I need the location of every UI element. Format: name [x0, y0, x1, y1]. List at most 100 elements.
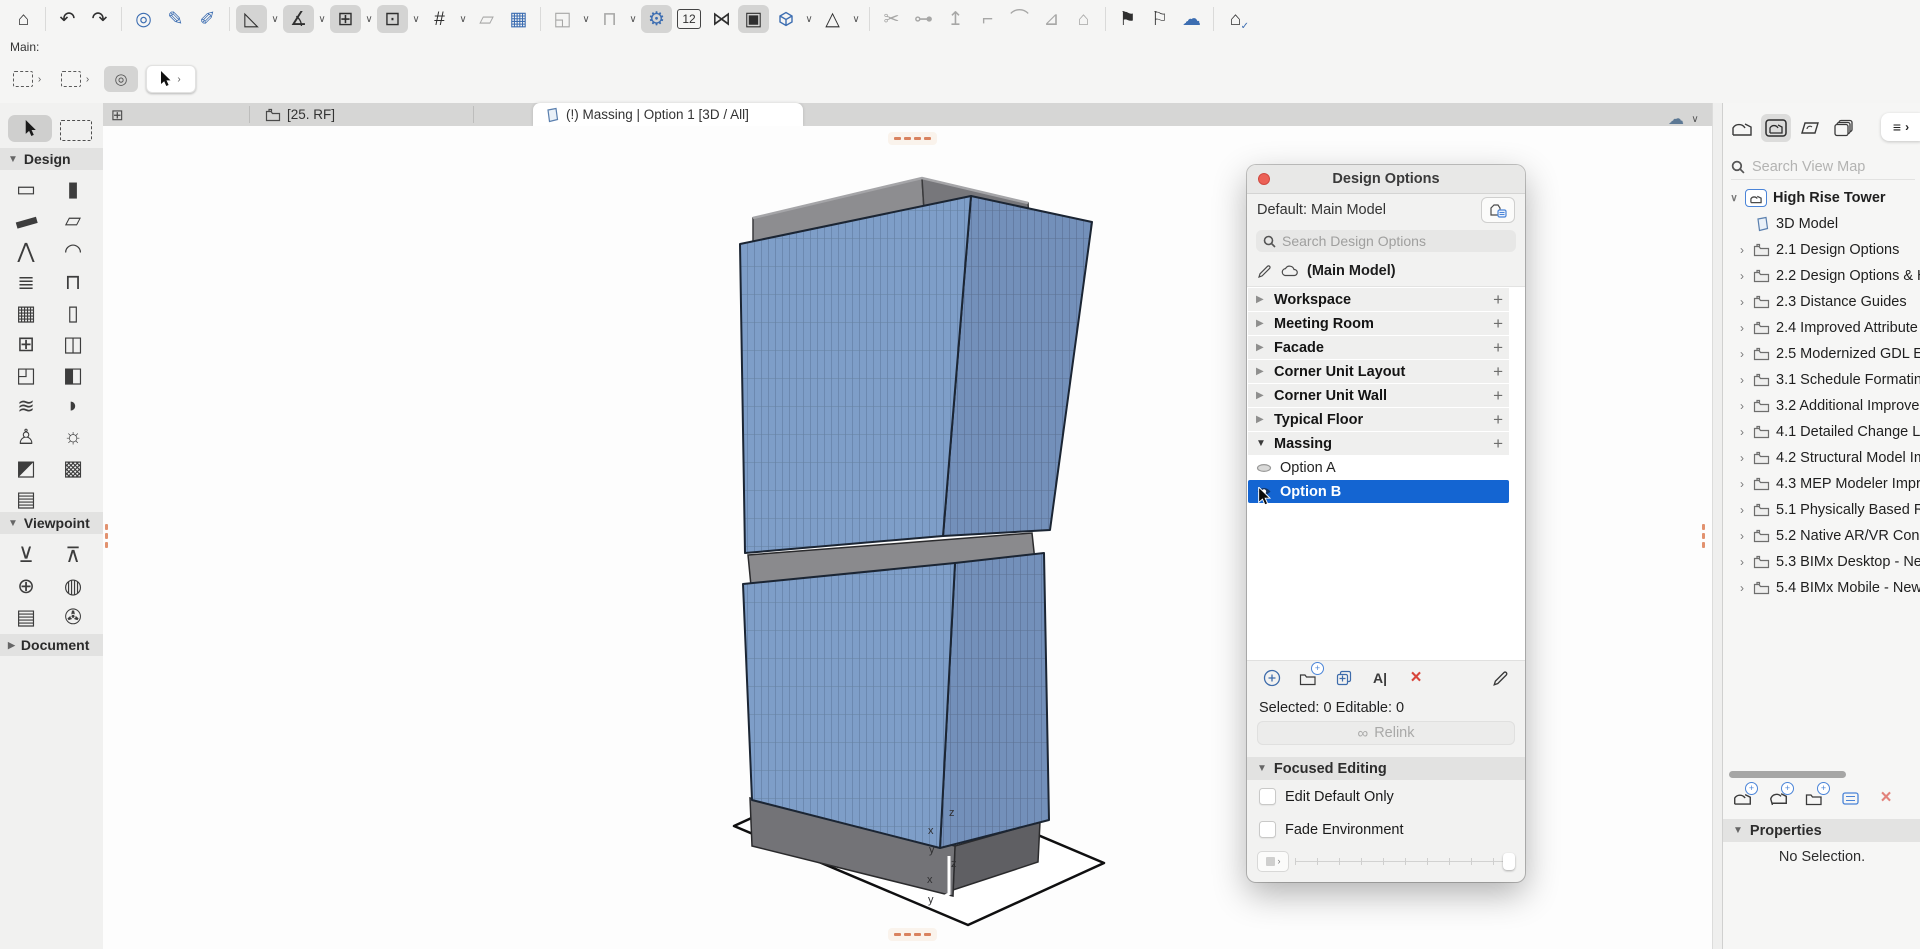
object-tool[interactable]: ◧: [53, 361, 93, 389]
option-row-b[interactable]: Option B: [1248, 480, 1509, 503]
curtain-wall-tool[interactable]: ▦: [6, 299, 46, 327]
project-check-button[interactable]: ⌂ ✓: [1220, 5, 1251, 33]
editing-plane-button[interactable]: ▱: [471, 5, 502, 33]
stretch-button[interactable]: ⋈: [706, 5, 737, 33]
axonometry-button[interactable]: [770, 5, 801, 33]
tree-folder[interactable]: › 4.3 MEP Modeler Improve: [1723, 471, 1920, 497]
flag-list-button[interactable]: ⚐: [1144, 5, 1175, 33]
tree-folder[interactable]: › 5.2 Native AR/VR Connec: [1723, 523, 1920, 549]
tree-folder[interactable]: › 3.1 Schedule Formating I: [1723, 367, 1920, 393]
section-tool[interactable]: ⊻: [6, 541, 46, 569]
roof-tool[interactable]: ⋀: [6, 237, 46, 265]
transform-box-toggle[interactable]: ▣: [738, 5, 769, 33]
intersect-button[interactable]: ⌐: [972, 5, 1003, 33]
tree-folder[interactable]: › 5.3 BIMx Desktop - New: [1723, 549, 1920, 575]
focused-editing-header[interactable]: ▼ Focused Editing: [1247, 757, 1525, 780]
project-map-button[interactable]: [1727, 114, 1757, 142]
chevron-down-icon[interactable]: ∨: [1729, 193, 1739, 204]
close-button[interactable]: [1258, 173, 1270, 185]
grid-snap-toggle[interactable]: #: [424, 5, 455, 33]
tree-item-root[interactable]: ∨ High Rise Tower: [1723, 185, 1920, 211]
chevron-down-icon[interactable]: ∨: [626, 5, 640, 33]
delete-view-button[interactable]: ×: [1875, 787, 1897, 809]
mesh-tool[interactable]: ≋: [6, 392, 46, 420]
chevron-down-icon[interactable]: ∨: [456, 5, 470, 33]
stair-tool[interactable]: ≣: [6, 268, 46, 296]
palette-title-bar[interactable]: Design Options: [1247, 165, 1525, 194]
clone-view-button[interactable]: +: [1767, 787, 1789, 809]
layout-book-button[interactable]: [1795, 114, 1825, 142]
column-tool[interactable]: ▮: [53, 175, 93, 203]
new-option-button[interactable]: [1261, 667, 1283, 689]
fade-preview-button[interactable]: ›: [1257, 851, 1289, 872]
section-marker-right[interactable]: [1702, 524, 1705, 548]
expand-icon[interactable]: ▶: [1256, 318, 1266, 329]
door-tool[interactable]: ▯: [53, 299, 93, 327]
railing-tool[interactable]: ⊓: [53, 268, 93, 296]
find-select-button[interactable]: ◎: [128, 5, 159, 33]
marquee-tool[interactable]: [60, 120, 92, 141]
guide-lines-toggle[interactable]: ◺: [236, 5, 267, 33]
tree-folder[interactable]: › 2.2 Design Options & Ho: [1723, 263, 1920, 289]
worksheet-tool[interactable]: ◍: [53, 572, 93, 600]
tree-folder[interactable]: › 3.2 Additional Improveme: [1723, 393, 1920, 419]
tree-folder[interactable]: › 4.1 Detailed Change List: [1723, 419, 1920, 445]
slab-tool[interactable]: ▱: [53, 206, 93, 234]
split-button[interactable]: ✂: [876, 5, 907, 33]
option-row-a[interactable]: Option A: [1248, 456, 1509, 479]
cone-view-button[interactable]: △: [817, 5, 848, 33]
view-map-button[interactable]: [1761, 114, 1791, 142]
chevron-down-icon[interactable]: ∨: [849, 5, 863, 33]
tab-massing-3d[interactable]: (!) Massing | Option 1 [3D / All]: [533, 103, 803, 126]
expand-icon[interactable]: ▶: [1256, 294, 1266, 305]
option-set-settings-button[interactable]: [1481, 197, 1515, 223]
coordinates-toggle[interactable]: ⊞: [330, 5, 361, 33]
duplicate-option-button[interactable]: [1333, 667, 1355, 689]
chevron-right-icon[interactable]: ›: [1737, 451, 1747, 465]
section-marker-left[interactable]: [105, 524, 108, 548]
chevron-right-icon[interactable]: ›: [1737, 295, 1747, 309]
add-option-icon[interactable]: +: [1493, 434, 1503, 454]
chevron-right-icon[interactable]: ›: [1737, 243, 1747, 257]
cloud-manager-button[interactable]: ☁: [1176, 5, 1207, 33]
option-set-row[interactable]: ▶ Facade +: [1248, 336, 1509, 359]
navigator-menu-button[interactable]: ≡ ›: [1881, 113, 1920, 141]
chevron-right-icon[interactable]: ›: [1737, 529, 1747, 543]
marquee-presets-button[interactable]: ›: [8, 66, 48, 92]
elevation-tool[interactable]: ⊼: [53, 541, 93, 569]
chevron-right-icon[interactable]: ›: [1737, 503, 1747, 517]
toolbox-section-document[interactable]: ▶ Document: [0, 634, 103, 656]
toolbox-section-design[interactable]: ▼ Design: [0, 148, 103, 170]
option-set-row[interactable]: ▶ Meeting Room +: [1248, 312, 1509, 335]
expand-icon[interactable]: ▶: [1256, 366, 1266, 377]
fillet-button[interactable]: ⌒: [1004, 5, 1035, 33]
rename-button[interactable]: A|: [1369, 667, 1391, 689]
grid-element-tool[interactable]: ▩: [53, 454, 93, 482]
delete-option-button[interactable]: ×: [1405, 667, 1427, 689]
option-set-row[interactable]: ▶ Workspace +: [1248, 288, 1509, 311]
expand-icon[interactable]: ▶: [1256, 414, 1266, 425]
add-option-icon[interactable]: +: [1493, 386, 1503, 406]
chevron-right-icon[interactable]: ›: [1737, 477, 1747, 491]
expand-icon[interactable]: ▶: [1256, 342, 1266, 353]
option-set-row-massing[interactable]: ▼ Massing +: [1248, 432, 1509, 455]
relink-button[interactable]: ∞ Relink: [1257, 721, 1515, 745]
inject-parameters-button[interactable]: ✐: [192, 5, 223, 33]
add-option-icon[interactable]: +: [1493, 290, 1503, 310]
undo-button[interactable]: ↶: [52, 5, 83, 33]
window-tool[interactable]: ⊞: [6, 330, 46, 358]
chevron-down-icon[interactable]: ∨: [409, 5, 423, 33]
view-settings-button[interactable]: [1839, 787, 1861, 809]
skylight-tool[interactable]: ◫: [53, 330, 93, 358]
measure-button[interactable]: 12: [677, 9, 701, 29]
edit-option-button[interactable]: [1489, 667, 1511, 689]
adjust-button[interactable]: ⊶: [908, 5, 939, 33]
option-set-row[interactable]: ▶ Typical Floor +: [1248, 408, 1509, 431]
tree-folder[interactable]: › 2.3 Distance Guides: [1723, 289, 1920, 315]
view-map-search-input[interactable]: Search View Map: [1731, 155, 1915, 180]
design-options-search-input[interactable]: Search Design Options: [1256, 230, 1516, 252]
arrow-select-tool[interactable]: [8, 115, 52, 142]
chevron-down-icon[interactable]: ∨: [315, 5, 329, 33]
tracker-toggle[interactable]: ⚙: [641, 5, 672, 33]
tree-folder[interactable]: › 2.5 Modernized GDL Edit: [1723, 341, 1920, 367]
